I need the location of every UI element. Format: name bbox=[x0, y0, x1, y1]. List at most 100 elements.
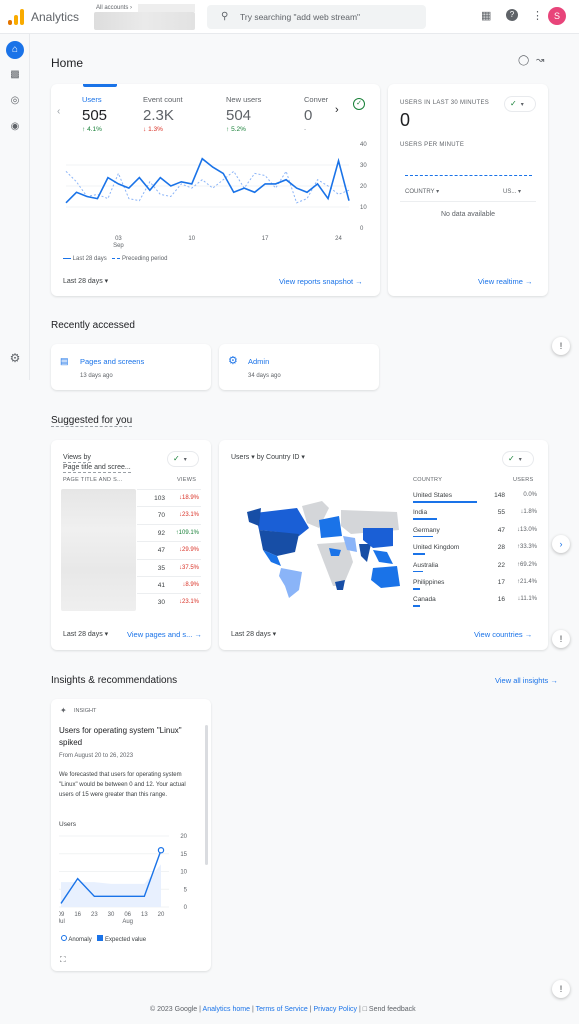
help-icon[interactable]: ? bbox=[506, 9, 518, 21]
table-row[interactable]: Australia 22 ↑69.2% bbox=[413, 559, 537, 576]
send-feedback-link[interactable]: Send feedback bbox=[369, 1006, 416, 1013]
country-share-bar bbox=[413, 605, 421, 607]
insights-trend-icon[interactable]: ↝ bbox=[536, 55, 544, 66]
advertising-icon[interactable]: ◉ bbox=[6, 118, 24, 136]
suggested-title: Suggested for you bbox=[51, 415, 133, 427]
reports-icon[interactable]: ▩ bbox=[6, 66, 24, 84]
x-tick-label: 06 bbox=[124, 912, 131, 918]
y-tick-label: 20 bbox=[360, 184, 367, 190]
home-icon[interactable]: ⌂ bbox=[6, 41, 24, 59]
legend-dashed-swatch bbox=[112, 257, 121, 259]
table-row[interactable]: 103 ↓18.9% bbox=[137, 489, 201, 506]
privacy-link[interactable]: Privacy Policy bbox=[313, 1006, 357, 1013]
metric-event-count[interactable]: Event count 2.3K ↓ 1.3% bbox=[143, 95, 183, 133]
search-input[interactable]: ⚲ Try searching "add web stream" bbox=[207, 5, 426, 29]
feedback-icon[interactable]: ! bbox=[552, 980, 570, 998]
y-tick-label: 0 bbox=[184, 905, 188, 911]
table-row[interactable]: Germany 47 ↓13.0% bbox=[413, 524, 537, 541]
country-column-header[interactable]: COUNTRY ▾ bbox=[405, 188, 439, 195]
table-row[interactable]: 92 ↑109.1% bbox=[137, 523, 201, 541]
table-row[interactable]: 30 ↓23.1% bbox=[137, 593, 201, 610]
expand-icon[interactable]: ⛶ bbox=[60, 955, 66, 965]
insights-title: Insights & recommendations bbox=[51, 675, 178, 686]
anomaly-point bbox=[157, 847, 165, 854]
recent-item-pages[interactable]: ▤ Pages and screens 13 days ago bbox=[51, 344, 211, 390]
insight-scrollbar[interactable] bbox=[205, 725, 208, 865]
x-tick-sublabel: Aug bbox=[122, 919, 133, 925]
pages-date-range-dropdown[interactable]: Last 28 days ▾ bbox=[63, 630, 108, 638]
users-column-header: USERS bbox=[513, 477, 534, 483]
view-countries-link[interactable]: View countries → bbox=[474, 630, 532, 639]
page-title: Home bbox=[51, 56, 84, 70]
metric-conversions[interactable]: Conver 0 - bbox=[304, 95, 328, 133]
feedback-icon[interactable]: ! bbox=[552, 630, 570, 648]
pages-card-check-dropdown[interactable]: ✓ ▾ bbox=[168, 452, 198, 466]
next-metric-chevron-icon[interactable]: › bbox=[335, 104, 339, 116]
country-share-bar bbox=[413, 501, 477, 503]
feedback-icon[interactable]: □ bbox=[363, 1006, 367, 1013]
prev-metric-chevron-icon[interactable]: ‹ bbox=[57, 106, 60, 117]
users-change: ↓11.1% bbox=[517, 596, 537, 603]
legend-preceding: Preceding period bbox=[122, 256, 168, 262]
world-map bbox=[247, 501, 400, 598]
metric-users[interactable]: Users 505 ↑ 4.1% bbox=[82, 95, 107, 133]
views-value: 41 bbox=[157, 582, 165, 589]
view-all-insights-link[interactable]: View all insights → bbox=[495, 676, 558, 685]
view-realtime-link[interactable]: View realtime → bbox=[478, 277, 532, 286]
table-row[interactable]: 47 ↓29.9% bbox=[137, 541, 201, 558]
users-value: 148 bbox=[494, 492, 505, 499]
country-name: Canada bbox=[413, 596, 436, 604]
apps-grid-icon[interactable]: ▦ bbox=[481, 9, 491, 22]
realtime-check-dropdown[interactable]: ✓ ▾ bbox=[505, 97, 535, 111]
table-row[interactable]: India 55 ↓1.8% bbox=[413, 506, 537, 523]
insight-chart-title: Users bbox=[59, 821, 76, 828]
recent-item-time: 34 days ago bbox=[248, 373, 281, 379]
recent-item-time: 13 days ago bbox=[80, 373, 113, 379]
views-value: 103 bbox=[154, 495, 165, 502]
next-suggestions-chevron-icon[interactable]: › bbox=[552, 535, 570, 553]
insight-card[interactable]: ✦ INSIGHT Users for operating system "Li… bbox=[51, 699, 211, 971]
x-tick-label: 20 bbox=[158, 912, 165, 918]
avatar[interactable]: S bbox=[548, 7, 566, 25]
country-name: United States bbox=[413, 492, 453, 499]
view-reports-snapshot-link[interactable]: View reports snapshot → bbox=[279, 277, 363, 286]
date-range-dropdown[interactable]: Last 28 days ▾ bbox=[63, 277, 108, 285]
lightbulb-icon[interactable]: ◯ bbox=[518, 55, 529, 66]
table-row[interactable]: Philippines 17 ↑21.4% bbox=[413, 576, 537, 593]
insight-body: We forecasted that users for operating s… bbox=[59, 772, 186, 798]
table-row[interactable]: United Kingdom 28 ↑33.3% bbox=[413, 541, 537, 558]
views-change: ↑109.1% bbox=[175, 529, 199, 536]
country-name: United Kingdom bbox=[413, 544, 460, 552]
views-change: ↓29.9% bbox=[178, 547, 199, 554]
metric-new-users[interactable]: New users 504 ↑ 5.2% bbox=[226, 95, 261, 133]
map-alaska bbox=[247, 508, 261, 526]
gear-icon: ⚙ bbox=[228, 355, 238, 367]
table-row[interactable]: 35 ↓37.5% bbox=[137, 558, 201, 576]
app-title: Analytics bbox=[31, 10, 80, 24]
y-tick-label: 20 bbox=[180, 834, 187, 840]
users-column-header[interactable]: US... ▾ bbox=[503, 188, 521, 195]
table-row[interactable]: 70 ↓23.1% bbox=[137, 506, 201, 523]
table-row[interactable]: Canada 16 ↓11.1% bbox=[413, 593, 537, 610]
terms-link[interactable]: Terms of Service bbox=[256, 1006, 308, 1013]
table-row[interactable]: 41 ↓8.9% bbox=[137, 576, 201, 593]
explore-icon[interactable]: ◎ bbox=[6, 92, 24, 110]
feedback-icon[interactable]: ! bbox=[552, 337, 570, 355]
country-card-title[interactable]: Users ▾ by Country ID ▾ bbox=[231, 453, 305, 461]
users-value: 47 bbox=[497, 526, 505, 534]
table-row[interactable]: United States 148 0.0% bbox=[413, 489, 537, 506]
footer: © 2023 Google | Analytics home | Terms o… bbox=[150, 1006, 416, 1013]
views-change: ↓8.9% bbox=[182, 582, 199, 588]
view-pages-link[interactable]: View pages and s... → bbox=[127, 630, 202, 639]
more-vert-icon[interactable]: ⋮ bbox=[532, 9, 543, 22]
country-card-check-dropdown[interactable]: ✓ ▾ bbox=[503, 452, 533, 466]
gear-icon[interactable]: ⚙ bbox=[6, 349, 24, 367]
country-date-range-dropdown[interactable]: Last 28 days ▾ bbox=[231, 630, 276, 638]
x-tick-label: 16 bbox=[74, 912, 81, 918]
check-circle-icon[interactable]: ✓ bbox=[353, 98, 365, 110]
insight-line-chart: 0 5 10 15 20 09Jul 16 23 30 06Aug 13 20 bbox=[59, 834, 188, 925]
analytics-logo-icon[interactable] bbox=[8, 9, 24, 25]
analytics-home-link[interactable]: Analytics home bbox=[203, 1006, 250, 1013]
recent-item-admin[interactable]: ⚙ Admin 34 days ago bbox=[219, 344, 379, 390]
account-selector[interactable]: All accounts › bbox=[94, 4, 195, 30]
